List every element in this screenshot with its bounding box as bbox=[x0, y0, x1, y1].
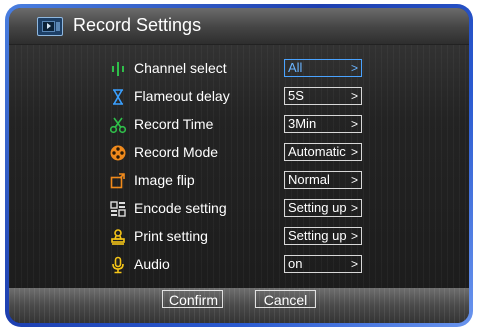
scissors-icon bbox=[109, 117, 127, 134]
setting-value-print-setting[interactable]: Setting up > bbox=[284, 227, 362, 245]
confirm-button[interactable]: Confirm bbox=[162, 290, 223, 308]
print-stamp-icon bbox=[111, 229, 125, 245]
setting-row-audio[interactable]: Audio on > bbox=[9, 254, 469, 278]
setting-value-text: Setting up bbox=[288, 228, 347, 243]
setting-row-encode-setting[interactable]: Encode setting Setting up > bbox=[9, 198, 469, 222]
setting-value-text: All bbox=[288, 60, 303, 75]
chevron-right-icon: > bbox=[350, 201, 358, 215]
setting-label: Audio bbox=[134, 256, 170, 272]
setting-value-text: 3Min bbox=[288, 116, 317, 131]
video-settings-icon bbox=[37, 17, 63, 36]
chevron-right-icon: > bbox=[350, 145, 358, 159]
chevron-right-icon: > bbox=[350, 173, 358, 187]
dialog-title: Record Settings bbox=[73, 15, 202, 35]
chevron-right-icon: > bbox=[350, 89, 358, 103]
setting-label: Print setting bbox=[134, 228, 208, 244]
setting-value-encode-setting[interactable]: Setting up > bbox=[284, 199, 362, 217]
channel-icon bbox=[112, 62, 124, 76]
title-bar: Record Settings bbox=[9, 8, 469, 45]
setting-value-text: Automatic bbox=[288, 144, 346, 159]
record-settings-dialog: Record Settings Channel select All > Fla… bbox=[9, 8, 469, 323]
setting-row-record-time[interactable]: Record Time 3Min > bbox=[9, 114, 469, 138]
setting-row-record-mode[interactable]: Record Mode Automatic > bbox=[9, 142, 469, 166]
setting-row-image-flip[interactable]: Image flip Normal > bbox=[9, 170, 469, 194]
setting-row-channel-select[interactable]: Channel select All > bbox=[9, 58, 469, 82]
setting-row-print-setting[interactable]: Print setting Setting up > bbox=[9, 226, 469, 250]
setting-label: Encode setting bbox=[134, 200, 227, 216]
setting-value-image-flip[interactable]: Normal > bbox=[284, 171, 362, 189]
setting-value-text: Normal bbox=[288, 172, 330, 187]
cancel-button[interactable]: Cancel bbox=[255, 290, 316, 308]
chevron-right-icon: > bbox=[350, 229, 358, 243]
chevron-right-icon: > bbox=[350, 117, 358, 131]
image-flip-icon bbox=[110, 173, 125, 189]
setting-value-text: on bbox=[288, 256, 303, 271]
setting-value-text: 5S bbox=[288, 88, 304, 103]
setting-row-flameout-delay[interactable]: Flameout delay 5S > bbox=[9, 86, 469, 110]
setting-label: Image flip bbox=[134, 172, 195, 188]
setting-value-text: Setting up bbox=[288, 200, 347, 215]
encode-icon bbox=[110, 201, 126, 217]
hourglass-icon bbox=[113, 89, 123, 105]
chevron-right-icon: > bbox=[350, 257, 358, 271]
setting-value-flameout-delay[interactable]: 5S > bbox=[284, 87, 362, 105]
setting-label: Channel select bbox=[134, 60, 227, 76]
chevron-right-icon: > bbox=[350, 61, 358, 75]
button-bar bbox=[9, 288, 469, 323]
setting-value-record-mode[interactable]: Automatic > bbox=[284, 143, 362, 161]
setting-value-audio[interactable]: on > bbox=[284, 255, 362, 273]
record-mode-icon bbox=[110, 145, 126, 161]
setting-value-record-time[interactable]: 3Min > bbox=[284, 115, 362, 133]
setting-label: Record Mode bbox=[134, 144, 219, 160]
microphone-icon bbox=[112, 256, 124, 274]
setting-label: Record Time bbox=[134, 116, 214, 132]
setting-label: Flameout delay bbox=[134, 88, 230, 104]
setting-value-channel-select[interactable]: All > bbox=[284, 59, 362, 77]
